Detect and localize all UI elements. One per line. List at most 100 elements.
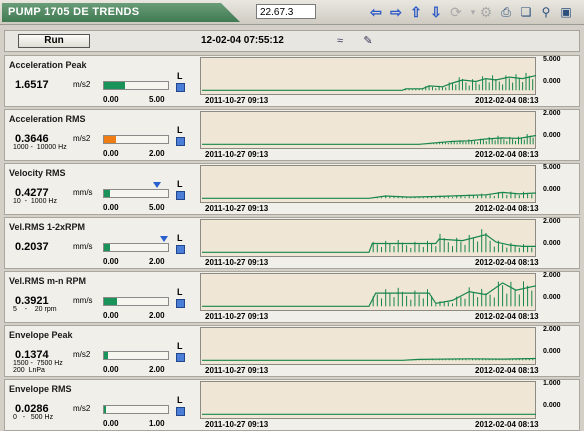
level-bar [103, 189, 169, 198]
expand-icon[interactable] [176, 407, 185, 416]
trend-chart[interactable] [200, 327, 537, 365]
trend-row: Acceleration Peak 1.6517 m/s2 0.00 5.00 L 2011… [4, 55, 580, 107]
measurement-name: Vel.RMS 1-2xRPM [9, 222, 86, 232]
scale-min: 0.00 [103, 95, 119, 104]
scale-max: 2.00 [149, 257, 165, 266]
measurement-name: Velocity RMS [9, 168, 66, 178]
level-bar [103, 135, 169, 144]
limit-marker: L [177, 395, 183, 405]
limit-marker: L [177, 125, 183, 135]
expand-icon[interactable] [176, 83, 185, 92]
level-bar-fill [104, 352, 109, 359]
measurement-name: Acceleration RMS [9, 114, 86, 124]
alarm-indicator-icon [160, 236, 168, 242]
timestamp: 12-02-04 07:55:12 [201, 35, 284, 46]
scale-max: 2.00 [149, 311, 165, 320]
trend-chart[interactable] [200, 219, 536, 257]
scale-max: 5.00 [149, 95, 165, 104]
y-axis-max: 1.000 [543, 380, 561, 387]
measurement-range: 5 - 20 rpm [13, 306, 57, 313]
trend-svg [202, 281, 537, 307]
trend-chart[interactable] [200, 273, 537, 311]
fit-icon[interactable]: ▣ [558, 4, 574, 20]
time-start: 2011-10-27 09:13 [205, 258, 269, 267]
arrow-up-icon[interactable]: ⇧ [408, 4, 424, 20]
y-axis-max: 2.000 [543, 218, 561, 225]
trend-chart[interactable] [200, 111, 537, 149]
limit-marker: L [177, 287, 183, 297]
level-bar [103, 81, 169, 90]
zoom-icon[interactable]: ⚲ [538, 4, 554, 20]
trend-spikes [405, 72, 534, 91]
measurement-name: Envelope Peak [9, 330, 73, 340]
time-end: 2012-02-04 08:13 [475, 96, 539, 105]
measurement-range: 1000 - 10000 Hz [13, 144, 67, 151]
level-bar-fill [104, 190, 110, 197]
level-bar-fill [104, 82, 126, 89]
time-start: 2011-10-27 09:13 [205, 312, 269, 321]
expand-icon[interactable] [176, 137, 185, 146]
time-end: 2012-02-04 08:13 [475, 258, 539, 267]
value-input[interactable]: 22.67.3 [256, 4, 316, 19]
time-end: 2012-02-04 08:13 [475, 420, 539, 429]
y-axis-min: 0.000 [543, 132, 561, 139]
time-end: 2012-02-04 08:13 [475, 150, 539, 159]
trend-svg [202, 229, 536, 253]
trend-row: Acceleration RMS 0.3646 m/s2 1000 - 10000 H… [4, 109, 580, 161]
limit-marker: L [177, 71, 183, 81]
limit-marker: L [177, 341, 183, 351]
arrow-left-icon[interactable]: ⇦ [368, 4, 384, 20]
trend-row: Envelope RMS 0.0286 m/s2 0 - 500 Hz 0.00 1.00… [4, 379, 580, 431]
measurement-unit: m/s2 [73, 404, 91, 413]
trend-svg [202, 134, 537, 145]
measurement-range: 1500 - 7500 Hz 200 LnPa [13, 360, 63, 374]
measurement-unit: m/s2 [73, 80, 91, 89]
trend-chart[interactable] [200, 381, 536, 419]
print-icon[interactable]: ⎙ [498, 4, 514, 20]
measurement-name: Acceleration Peak [9, 60, 87, 70]
arrow-right-icon[interactable]: ⇨ [388, 4, 404, 20]
measurement-value: 1.6517 [15, 79, 49, 91]
y-axis-max: 5.000 [543, 164, 561, 171]
y-axis-max: 2.000 [543, 326, 561, 333]
measurement-unit: m/s2 [73, 134, 91, 143]
trend-spikes [372, 229, 533, 253]
trend-svg [202, 191, 537, 199]
notes-icon[interactable]: ✎ [361, 34, 375, 48]
scale-min: 0.00 [103, 365, 119, 374]
y-axis-max: 2.000 [543, 272, 561, 279]
refresh-icon[interactable]: ⟳ [448, 4, 464, 20]
measurement-unit: mm/s [73, 296, 93, 305]
expand-icon[interactable] [176, 191, 185, 200]
limit-marker: L [177, 179, 183, 189]
measurement-name: Envelope RMS [9, 384, 72, 394]
level-bar [103, 351, 169, 360]
trend-row: Velocity RMS 0.4277 mm/s 10 - 1000 Hz 0.00 5.… [4, 163, 580, 215]
time-end: 2012-02-04 08:13 [475, 366, 539, 375]
control-strip: Run 12-02-04 07:55:12 ≈ ✎ [4, 30, 580, 52]
measurement-range: 10 - 1000 Hz [13, 198, 57, 205]
trend-chart[interactable] [200, 57, 537, 95]
time-start: 2011-10-27 09:13 [205, 96, 269, 105]
copy-icon[interactable]: ❏ [518, 4, 534, 20]
y-axis-min: 0.000 [543, 78, 561, 85]
time-start: 2011-10-27 09:13 [205, 366, 269, 375]
measurement-value: 0.2037 [15, 241, 49, 253]
level-bar-fill [104, 298, 117, 305]
expand-icon[interactable] [176, 245, 185, 254]
scale-min: 0.00 [103, 203, 119, 212]
measurement-unit: mm/s [73, 188, 93, 197]
measurement-range: 0 - 500 Hz [13, 414, 54, 421]
trend-svg [202, 357, 537, 361]
arrow-down-icon[interactable]: ⇩ [428, 4, 444, 20]
measurement-unit: mm/s [73, 242, 93, 251]
run-button[interactable]: Run [18, 34, 90, 48]
measurement-unit: m/s2 [73, 350, 91, 359]
expand-icon[interactable] [176, 299, 185, 308]
graph-icon[interactable]: ≈ [333, 34, 347, 48]
trend-chart[interactable] [200, 165, 537, 203]
top-bar: PUMP 1705 DE TRENDS 22.67.3 ⇦ ⇨ ⇧ ⇩ ⟳ ▾ … [0, 0, 584, 25]
expand-icon[interactable] [176, 353, 185, 362]
settings-icon[interactable]: ⚙ [478, 4, 494, 20]
level-bar [103, 405, 169, 414]
